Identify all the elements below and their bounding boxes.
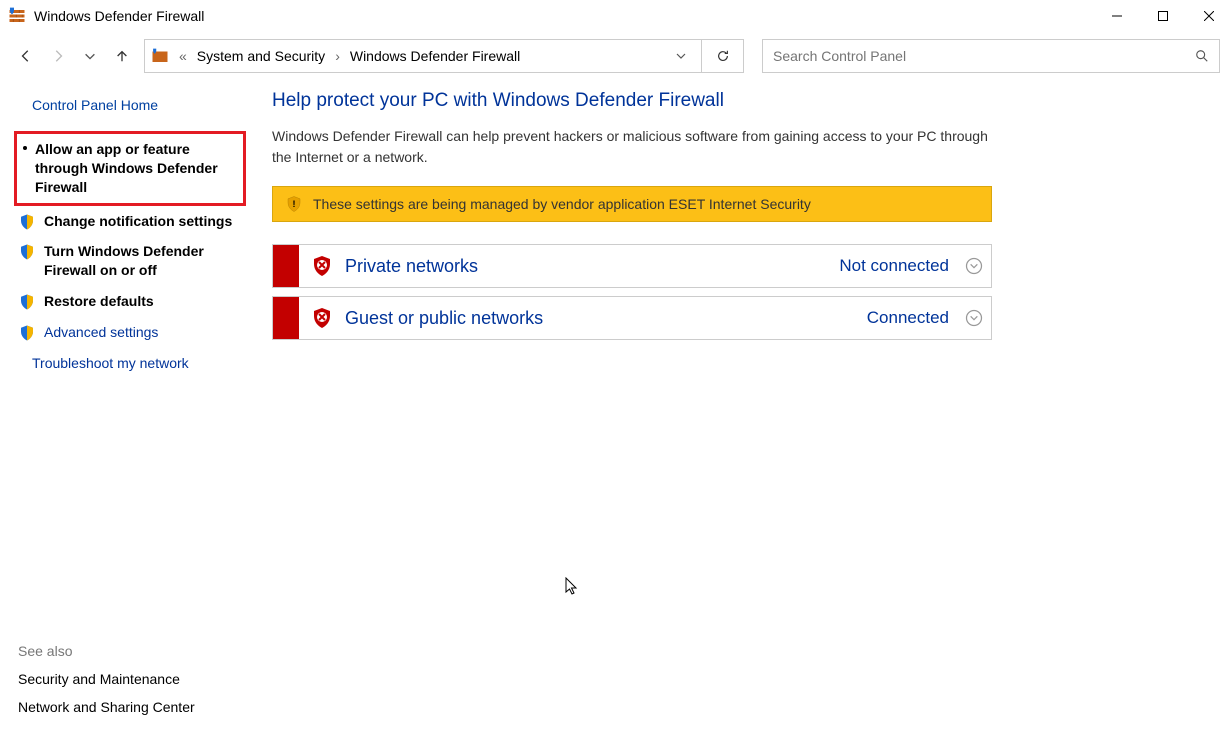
shield-icon	[18, 324, 36, 342]
status-accent-bar	[273, 297, 299, 339]
sidebar-link-turn-onoff[interactable]: Turn Windows Defender Firewall on or off	[14, 236, 246, 286]
recent-locations-button[interactable]	[76, 42, 104, 70]
shield-blocked-icon	[310, 254, 334, 278]
maximize-button[interactable]	[1140, 0, 1186, 32]
page-description: Windows Defender Firewall can help preve…	[272, 126, 992, 168]
main-content: Help protect your PC with Windows Defend…	[260, 80, 1232, 731]
expand-button[interactable]	[957, 308, 991, 328]
managed-by-vendor-banner: ! These settings are being managed by ve…	[272, 186, 992, 222]
network-label: Guest or public networks	[345, 308, 867, 329]
up-button[interactable]	[108, 42, 136, 70]
public-networks-row[interactable]: Guest or public networks Connected	[272, 296, 992, 340]
titlebar: Windows Defender Firewall	[0, 0, 1232, 32]
search-box[interactable]	[762, 39, 1220, 73]
location-icon	[151, 47, 169, 65]
expand-button[interactable]	[957, 256, 991, 276]
sidebar-link-change-notification[interactable]: Change notification settings	[14, 206, 246, 237]
sidebar-link-label: Change notification settings	[44, 213, 232, 229]
sidebar-link-restore-defaults[interactable]: Restore defaults	[14, 286, 246, 317]
network-label: Private networks	[345, 256, 839, 277]
sidebar: Control Panel Home Allow an app or featu…	[0, 80, 260, 731]
sidebar-link-allow-app[interactable]: Allow an app or feature through Windows …	[14, 131, 246, 206]
breadcrumb-segment-1[interactable]: System and Security	[197, 48, 325, 64]
address-bar[interactable]: « System and Security › Windows Defender…	[144, 39, 702, 73]
address-dropdown-button[interactable]	[667, 51, 695, 61]
navigation-bar: « System and Security › Windows Defender…	[0, 32, 1232, 80]
shield-blocked-icon	[310, 306, 334, 330]
shield-icon	[18, 243, 36, 261]
bullet-icon	[23, 146, 27, 150]
breadcrumb-separator-icon: ›	[335, 48, 340, 64]
see-also-security-maintenance[interactable]: Security and Maintenance	[14, 665, 246, 693]
network-status: Not connected	[839, 256, 957, 276]
page-heading: Help protect your PC with Windows Defend…	[272, 90, 1202, 112]
svg-text:!: !	[293, 199, 296, 209]
see-also-network-sharing[interactable]: Network and Sharing Center	[14, 693, 246, 721]
status-accent-bar	[273, 245, 299, 287]
shield-icon	[18, 293, 36, 311]
warning-shield-icon: !	[285, 195, 303, 213]
sidebar-link-label: Turn Windows Defender Firewall on or off	[44, 243, 204, 278]
sidebar-link-control-panel-home[interactable]: Control Panel Home	[14, 90, 246, 121]
sidebar-link-label: Allow an app or feature through Windows …	[35, 141, 218, 195]
shield-icon	[18, 213, 36, 231]
back-button[interactable]	[12, 42, 40, 70]
breadcrumb-segment-2[interactable]: Windows Defender Firewall	[350, 48, 520, 64]
sidebar-link-label: Advanced settings	[44, 324, 158, 340]
refresh-button[interactable]	[702, 39, 744, 73]
sidebar-link-label: Restore defaults	[44, 293, 154, 309]
search-icon	[1195, 49, 1209, 63]
see-also-header: See also	[14, 639, 246, 665]
window-title: Windows Defender Firewall	[34, 8, 204, 24]
sidebar-link-troubleshoot[interactable]: Troubleshoot my network	[14, 348, 246, 379]
close-button[interactable]	[1186, 0, 1232, 32]
search-input[interactable]	[773, 48, 1195, 64]
sidebar-link-advanced-settings[interactable]: Advanced settings	[14, 317, 246, 348]
network-status: Connected	[867, 308, 957, 328]
banner-text: These settings are being managed by vend…	[313, 196, 811, 212]
breadcrumb-overflow-icon: «	[179, 48, 187, 64]
minimize-button[interactable]	[1094, 0, 1140, 32]
forward-button[interactable]	[44, 42, 72, 70]
private-networks-row[interactable]: Private networks Not connected	[272, 244, 992, 288]
firewall-app-icon	[8, 7, 26, 25]
